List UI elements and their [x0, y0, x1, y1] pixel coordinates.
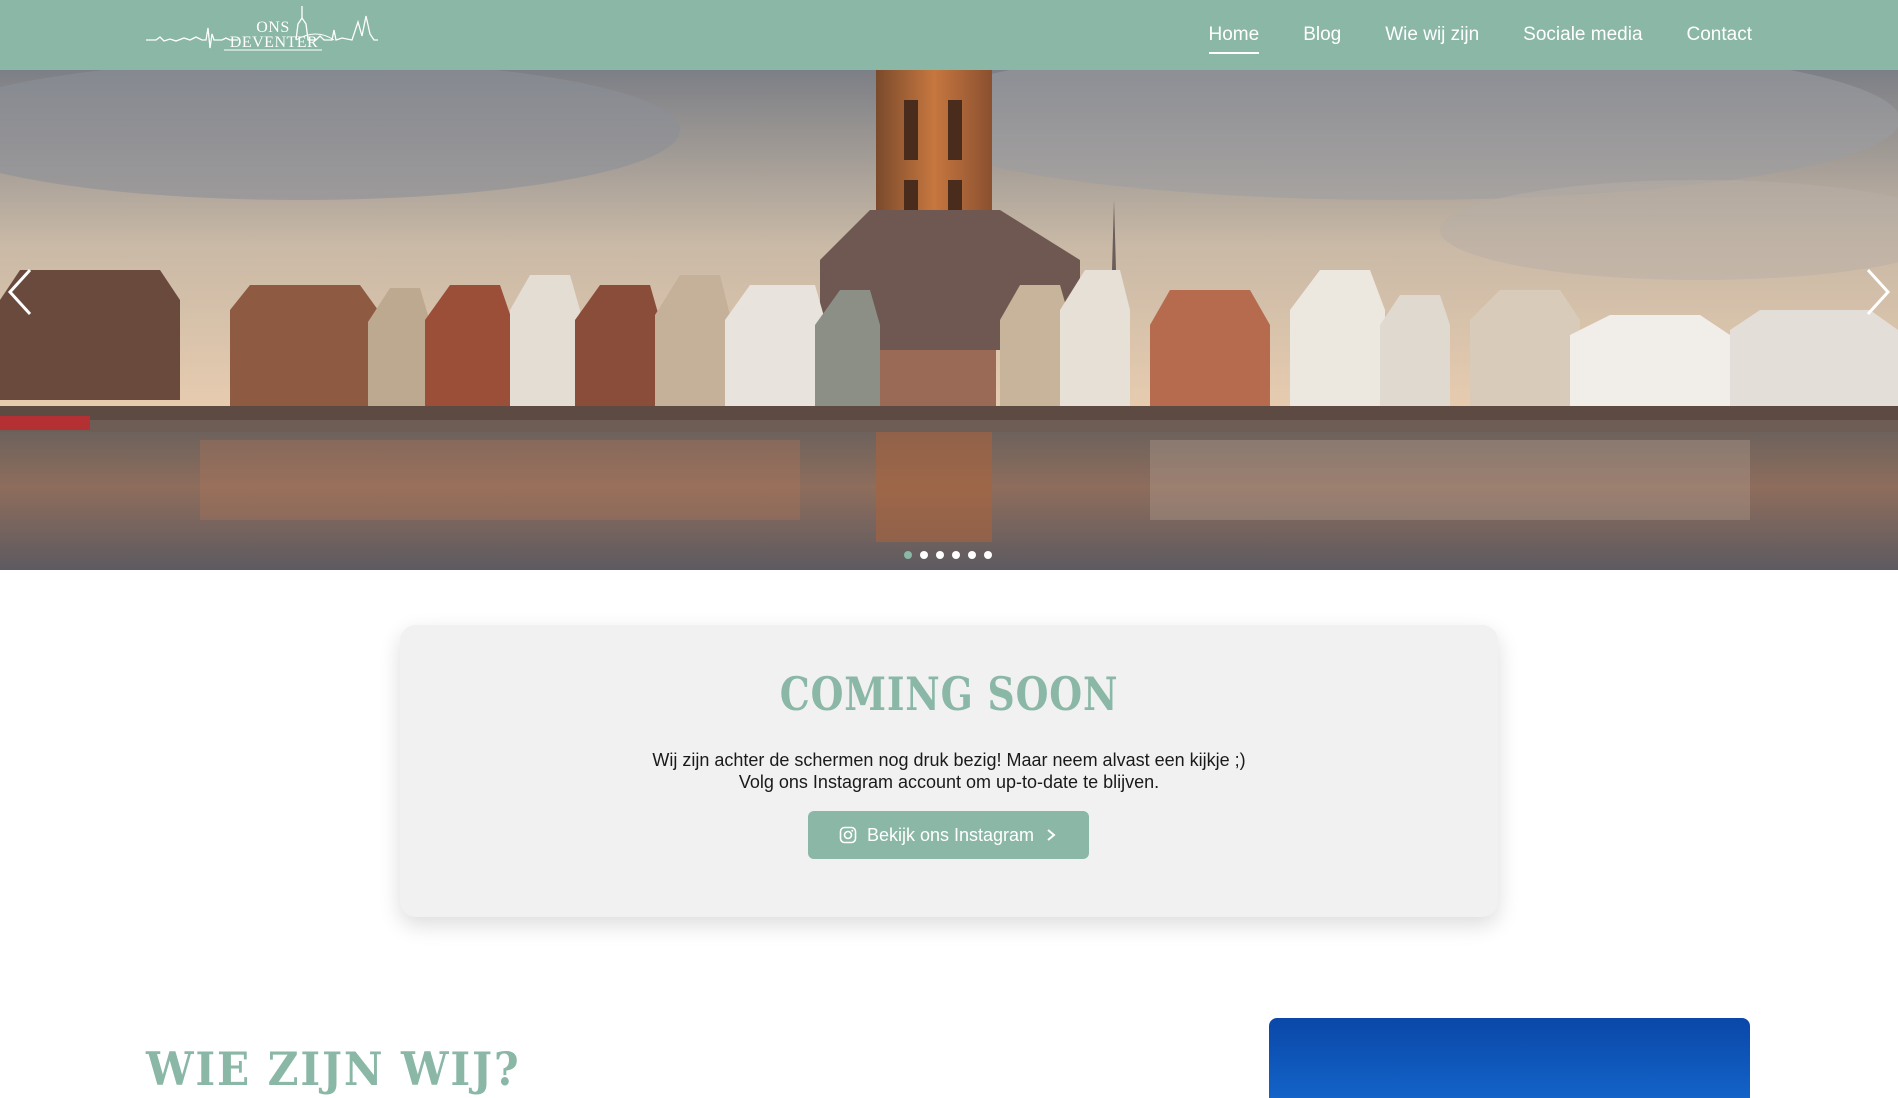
chevron-right-icon	[1047, 829, 1056, 841]
slider-dot-3[interactable]	[936, 551, 944, 559]
coming-soon-title: COMING SOON	[779, 667, 1119, 721]
instagram-button-label: Bekijk ons Instagram	[866, 824, 1035, 845]
slider-dot-1[interactable]	[904, 551, 912, 559]
coming-soon-text-line2: Volg ons Instagram account om up-to-date…	[738, 772, 1160, 792]
nav-home[interactable]: Home	[1208, 18, 1259, 54]
hero-image-deventer-skyline	[0, 70, 1898, 570]
nav-sociale-media[interactable]: Sociale media	[1523, 18, 1642, 52]
coming-soon-text-line1: Wij zijn achter de schermen nog druk bez…	[652, 750, 1246, 770]
slider-dot-2[interactable]	[920, 551, 928, 559]
top-navigation-bar: ONS DEVENTER Home Blog Wie wij zijn Soci…	[0, 0, 1898, 70]
hero-slider	[0, 70, 1898, 570]
nav-blog[interactable]: Blog	[1303, 18, 1341, 52]
about-image	[1269, 1018, 1750, 1098]
instagram-icon	[839, 826, 857, 844]
chevron-right-icon	[1866, 268, 1891, 316]
nav-contact[interactable]: Contact	[1687, 18, 1752, 52]
slider-prev-button[interactable]	[2, 262, 42, 322]
main-nav: Home Blog Wie wij zijn Sociale media Con…	[1165, 0, 1752, 70]
coming-soon-card: COMING SOON Wij zijn achter de schermen …	[400, 625, 1498, 917]
slider-dot-4[interactable]	[952, 551, 960, 559]
instagram-button[interactable]: Bekijk ons Instagram	[808, 811, 1089, 859]
slider-dot-5[interactable]	[968, 551, 976, 559]
logo-text-deventer: DEVENTER	[229, 34, 319, 51]
about-title: WIE ZIJN WIJ?	[146, 1042, 521, 1096]
slider-dot-6[interactable]	[984, 551, 992, 559]
slider-next-button[interactable]	[1856, 262, 1896, 322]
site-logo[interactable]: ONS DEVENTER	[146, 4, 378, 56]
nav-wie-wij-zijn[interactable]: Wie wij zijn	[1385, 18, 1479, 52]
chevron-left-icon	[7, 268, 32, 316]
slider-dots	[904, 551, 992, 559]
